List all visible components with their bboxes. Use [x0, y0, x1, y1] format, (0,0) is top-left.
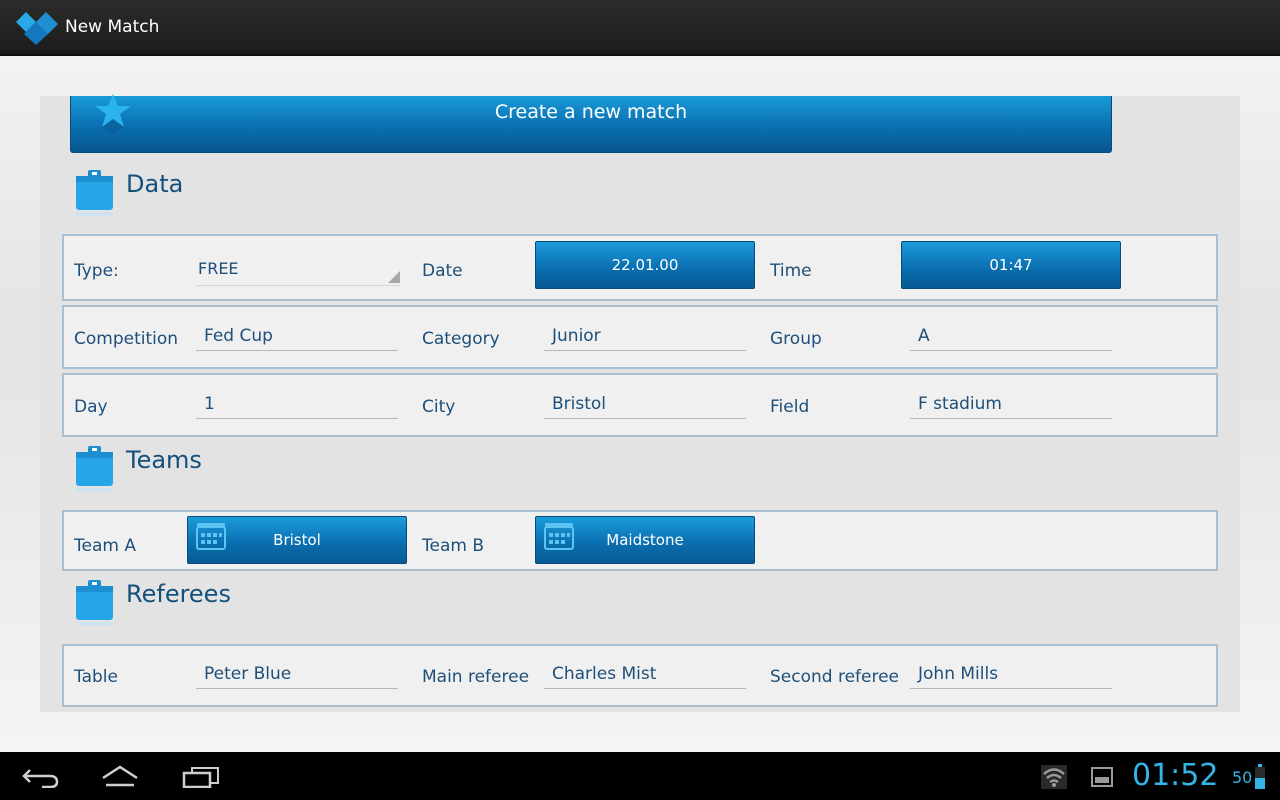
section-title-referees: Referees [126, 580, 231, 608]
team-a-value: Bristol [273, 531, 321, 549]
dropdown-arrow-icon [388, 271, 400, 283]
system-clock: 01:52 [1132, 758, 1219, 793]
data-row-competition: Competition Fed Cup Category Junior Grou… [62, 305, 1218, 369]
back-icon[interactable] [22, 766, 60, 788]
create-match-label: Create a new match [494, 101, 688, 123]
main-referee-field[interactable]: Charles Mist [544, 661, 746, 689]
section-title-data: Data [126, 170, 184, 198]
system-bar: 01:52 50 [0, 752, 1280, 800]
calendar-grid-icon [196, 523, 226, 550]
calendar-grid-icon [544, 523, 574, 550]
data-row-type-date-time: Type: FREE Date 22.01.00 Time 01:47 [62, 234, 1218, 301]
team-b-value: Maidstone [606, 531, 684, 549]
wifi-icon [1041, 765, 1067, 789]
data-row-day-city-field: Day 1 City Bristol Field F stadium [62, 373, 1218, 437]
category-field[interactable]: Junior [544, 323, 746, 351]
day-label: Day [74, 397, 108, 417]
group-field[interactable]: A [910, 323, 1112, 351]
date-label: Date [422, 261, 463, 281]
date-value: 22.01.00 [611, 256, 679, 274]
city-label: City [422, 397, 456, 417]
second-referee-field[interactable]: John Mills [910, 661, 1112, 689]
type-label: Type: [74, 261, 119, 281]
home-icon[interactable] [100, 764, 140, 788]
team-b-label: Team B [422, 536, 484, 556]
time-picker-button[interactable]: 01:47 [901, 241, 1121, 289]
date-picker-button[interactable]: 22.01.00 [535, 241, 755, 289]
table-label: Table [74, 667, 118, 687]
app-title: New Match [65, 17, 160, 37]
field-venue-field[interactable]: F stadium [910, 391, 1112, 419]
clipboard-icon [76, 580, 113, 626]
create-match-button[interactable]: Create a new match [70, 94, 1112, 153]
clipboard-icon [76, 446, 113, 492]
clipboard-icon [76, 170, 113, 216]
field-label: Field [770, 397, 810, 417]
battery-level: 50 [1232, 768, 1253, 787]
type-spinner[interactable]: FREE [196, 258, 400, 286]
recent-apps-icon[interactable] [182, 766, 220, 788]
day-field[interactable]: 1 [196, 391, 398, 419]
second-referee-label: Second referee [770, 667, 900, 687]
city-field[interactable]: Bristol [544, 391, 746, 419]
team-a-label: Team A [74, 536, 136, 556]
app-logo-icon[interactable] [14, 10, 60, 46]
star-icon [95, 94, 131, 134]
team-b-button[interactable]: Maidstone [535, 516, 755, 564]
time-label: Time [770, 261, 812, 281]
screenshot-icon [1091, 767, 1113, 787]
category-label: Category [422, 329, 500, 349]
referees-row: Table Peter Blue Main referee Charles Mi… [62, 644, 1218, 707]
team-a-button[interactable]: Bristol [187, 516, 407, 564]
teams-row: Team A Bristol Team B Maidstone [62, 510, 1218, 571]
main-referee-label: Main referee [422, 667, 530, 687]
action-bar: New Match [0, 0, 1280, 56]
section-title-teams: Teams [126, 446, 202, 474]
time-value: 01:47 [989, 256, 1033, 274]
table-referee-field[interactable]: Peter Blue [196, 661, 398, 689]
type-value: FREE [198, 259, 239, 278]
group-label: Group [770, 329, 822, 349]
battery-icon [1255, 764, 1265, 789]
competition-label: Competition [74, 329, 179, 349]
competition-field[interactable]: Fed Cup [196, 323, 398, 351]
